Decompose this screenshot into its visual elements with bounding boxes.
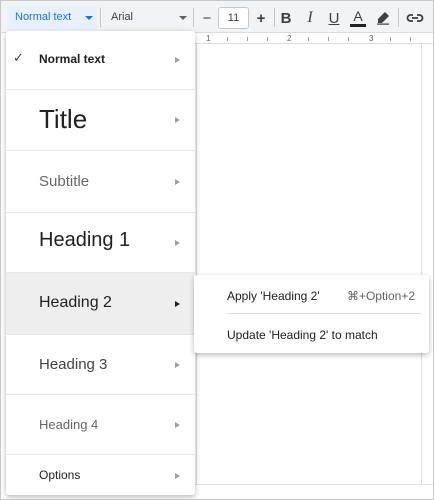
underline-button[interactable]: U <box>323 6 345 30</box>
font-dropdown-value: Arial <box>111 11 134 23</box>
menu-item-label: Heading 4 <box>39 417 99 432</box>
italic-button[interactable]: I <box>299 6 321 30</box>
apply-heading-2-item[interactable]: Apply 'Heading 2' ⌘+Option+2 <box>194 277 429 313</box>
font-dropdown[interactable]: Arial <box>105 6 191 30</box>
apply-heading-2-shortcut: ⌘+Option+2 <box>346 289 415 303</box>
submenu-divider <box>226 313 421 314</box>
toolbar-divider <box>398 8 399 27</box>
formatting-toolbar: Normal text Arial − 11 + B I U A <box>1 1 433 33</box>
style-dropdown[interactable]: Normal text <box>7 6 97 30</box>
ruler-tick <box>308 37 309 41</box>
chevron-right-icon <box>175 117 180 123</box>
chevron-right-icon <box>175 240 180 246</box>
update-heading-2-item[interactable]: Update 'Heading 2' to match <box>194 316 429 352</box>
menu-item-label: Subtitle <box>39 173 90 190</box>
chevron-right-icon <box>175 422 180 428</box>
decrease-font-size-button[interactable]: − <box>196 6 218 30</box>
ruler-mark: 3 <box>369 34 374 43</box>
apply-heading-2-label: Apply 'Heading 2' <box>227 289 320 303</box>
chevron-down-icon <box>179 16 187 20</box>
text-color-letter: A <box>353 8 363 24</box>
link-icon[interactable] <box>404 6 426 30</box>
menu-item-heading-4[interactable]: Heading 4 <box>6 395 195 455</box>
chevron-right-icon <box>175 473 180 479</box>
ruler-mark: 1 <box>206 34 211 43</box>
toolbar-divider <box>100 8 101 27</box>
chevron-down-icon <box>85 16 93 20</box>
menu-item-label: Options <box>39 468 81 482</box>
text-color-button[interactable]: A <box>347 6 369 30</box>
menu-item-normal-text[interactable]: ✓ Normal text <box>6 31 195 90</box>
heading-2-submenu: Apply 'Heading 2' ⌘+Option+2 Update 'Hea… <box>194 275 429 353</box>
ruler-tick <box>390 37 391 41</box>
document-page[interactable] <box>196 44 422 484</box>
font-size-input[interactable]: 11 <box>218 7 249 29</box>
menu-item-label: Normal text <box>39 52 106 66</box>
menu-item-label: Heading 3 <box>39 356 108 373</box>
menu-item-heading-3[interactable]: Heading 3 <box>6 335 195 395</box>
style-dropdown-value: Normal text <box>15 11 72 23</box>
toolbar-divider <box>193 8 194 27</box>
menu-item-label: Heading 1 <box>39 229 131 251</box>
increase-font-size-button[interactable]: + <box>250 6 272 30</box>
update-heading-2-label: Update 'Heading 2' to match <box>227 328 378 342</box>
chevron-right-icon <box>175 362 180 368</box>
menu-item-heading-2[interactable]: Heading 2 <box>6 273 195 335</box>
chevron-right-icon <box>175 179 180 185</box>
ruler-tick <box>227 37 228 41</box>
menu-item-subtitle[interactable]: Subtitle <box>6 151 195 213</box>
menu-item-label: Heading 2 <box>39 294 112 311</box>
menu-item-label: Title <box>39 104 88 134</box>
horizontal-ruler: 1 2 3 <box>190 34 433 44</box>
chevron-right-icon <box>175 57 180 63</box>
ruler-tick <box>328 37 329 41</box>
chevron-right-icon <box>175 301 180 307</box>
menu-item-options[interactable]: Options <box>6 455 195 495</box>
menu-item-title[interactable]: Title <box>6 90 195 151</box>
ruler-tick <box>348 37 349 41</box>
paragraph-styles-menu: ✓ Normal text Title Subtitle Heading 1 H… <box>6 31 195 495</box>
marker-icon[interactable] <box>372 6 394 30</box>
ruler-mark: 2 <box>287 34 292 43</box>
ruler-tick <box>247 37 248 41</box>
text-color-bar <box>350 24 366 27</box>
menu-item-heading-1[interactable]: Heading 1 <box>6 213 195 273</box>
bold-button[interactable]: B <box>275 6 297 30</box>
ruler-tick <box>267 37 268 41</box>
ruler-tick <box>410 37 411 41</box>
check-icon: ✓ <box>13 50 24 65</box>
